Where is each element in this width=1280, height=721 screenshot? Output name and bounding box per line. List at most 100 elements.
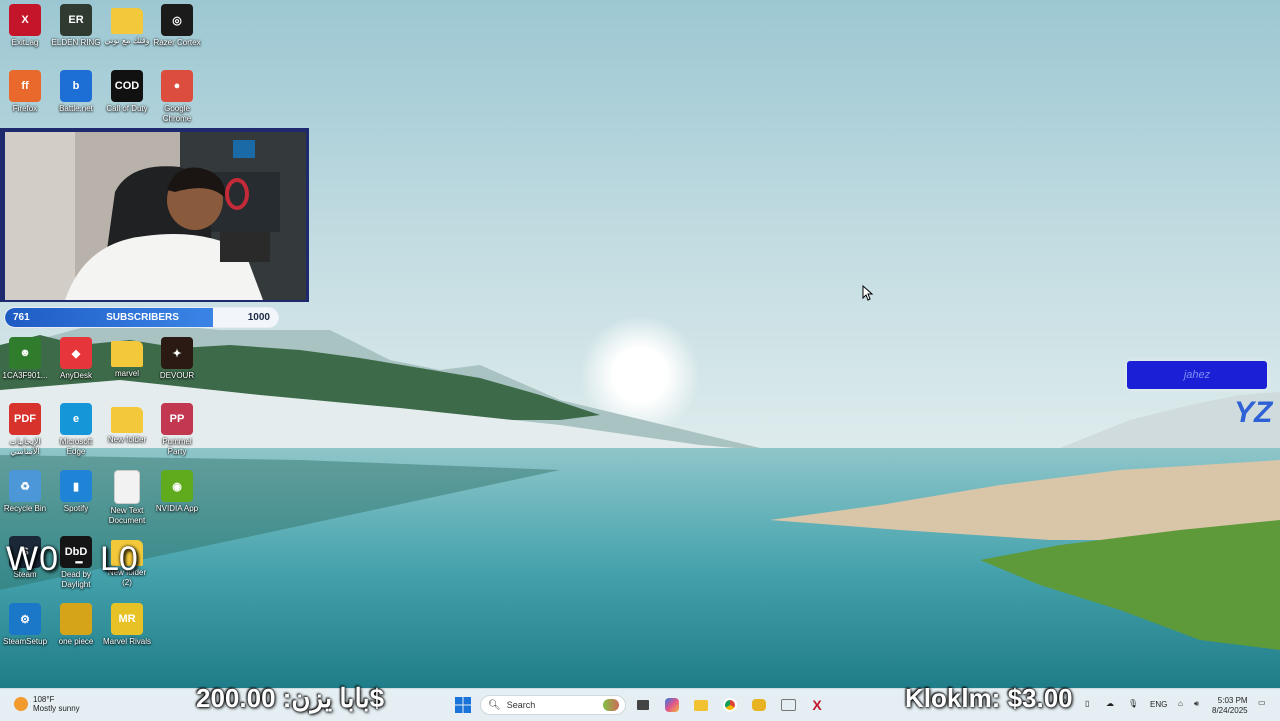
clock-date: 8/24/2025 — [1212, 706, 1248, 715]
file-explorer-button[interactable] — [692, 696, 710, 714]
subscriber-label: SUBSCRIBERS — [106, 312, 179, 323]
desktop-icon-arabic-folder[interactable]: وقتك مع نوني — [102, 4, 152, 46]
exitlag-label: ExitLag — [11, 38, 39, 47]
devour-glyph: ✦ — [172, 347, 182, 360]
razer-cortex-icon: ◎ — [161, 4, 193, 36]
scoreboard-wins: W0 — [6, 540, 59, 578]
nvidia-app-label: NVIDIA App — [155, 504, 199, 513]
google-chrome-label: Google Chrome — [162, 104, 192, 123]
donation-right: Kloklm: $3.00 — [905, 683, 1073, 713]
exitlag-taskbar-button[interactable]: X — [808, 696, 826, 714]
arabic-folder-label: وقتك مع نوني — [104, 36, 150, 45]
desktop-icon-pdf-file[interactable]: PDF الإيجابيات الأساسي — [0, 403, 50, 457]
system-clock[interactable]: 5:03 PM 8/24/2025 — [1212, 696, 1248, 716]
steam-setup-glyph: ⚙ — [20, 613, 30, 626]
sponsor-badge: jahez — [1127, 361, 1267, 389]
icafe-glyph: ☻ — [19, 347, 31, 359]
desktop-icon-battlenet[interactable]: b Battle.net — [51, 70, 101, 114]
pdf-file-label: الإيجابيات الأساسي — [9, 437, 41, 456]
desktop-icon-icafe[interactable]: ☻ 1CA3F901... — [0, 337, 50, 381]
spotify-label: Spotify — [63, 504, 89, 513]
discord-taskbar-button[interactable] — [750, 696, 768, 714]
elden-ring-label: ELDEN RING — [51, 38, 101, 47]
arabic-folder-icon — [111, 8, 143, 34]
desktop-icon-anydesk[interactable]: ◆ AnyDesk — [51, 337, 101, 381]
desktop-icon-firefox[interactable]: ff Firefox — [0, 70, 50, 114]
taskbar: 108°F Mostly sunny 🔍︎ Search X ^ ▯ ☁ 🎙︎ … — [0, 688, 1280, 721]
firefox-icon: ff — [9, 70, 41, 102]
call-of-duty-label: Call of Duty — [106, 104, 148, 113]
razer-cortex-label: Razer Cortex — [153, 38, 201, 47]
notifications-icon[interactable]: ▭ — [1258, 698, 1266, 707]
desktop-icon-new-text-document[interactable]: New Text Document — [102, 470, 152, 526]
new-text-document-label: New Text Document — [108, 506, 146, 525]
network-icon[interactable]: ☁ — [1106, 699, 1114, 708]
microphone-icon[interactable]: 🎙︎ — [1128, 699, 1138, 708]
task-view-button[interactable] — [634, 696, 652, 714]
desktop-icon-marvel-rivals[interactable]: MR Marvel Rivals — [102, 603, 152, 647]
marvel-folder-label: marvel — [114, 369, 139, 378]
microsoft-edge-icon: e — [60, 403, 92, 435]
language-indicator[interactable]: ENG — [1150, 700, 1167, 709]
firefox-label: Firefox — [12, 104, 38, 113]
exitlag-icon: X — [9, 4, 41, 36]
desktop-icon-google-chrome[interactable]: ● Google Chrome — [152, 70, 202, 124]
battlenet-icon: b — [60, 70, 92, 102]
taskbar-search[interactable]: 🔍︎ Search — [480, 695, 626, 715]
copilot-button[interactable] — [663, 696, 681, 714]
spotify-icon: ▮ — [60, 470, 92, 502]
google-chrome-glyph: ● — [173, 80, 181, 92]
new-folder-icon — [111, 407, 143, 433]
start-button[interactable] — [454, 696, 472, 714]
volume-icon[interactable]: 🔊︎ — [1194, 699, 1199, 709]
app-icon — [780, 699, 796, 711]
nvidia-app-icon: ◉ — [161, 470, 193, 502]
subscriber-goal-bar: 761 SUBSCRIBERS 1000 — [4, 307, 279, 328]
icafe-icon: ☻ — [9, 337, 41, 369]
chrome-taskbar-button[interactable] — [721, 696, 739, 714]
google-chrome-icon: ● — [161, 70, 193, 102]
desktop-icon-marvel-folder[interactable]: marvel — [102, 337, 152, 379]
marvel-rivals-glyph: MR — [118, 613, 136, 625]
weather-widget[interactable]: 108°F Mostly sunny — [14, 695, 80, 713]
desktop-icon-recycle-bin[interactable]: ♻ Recycle Bin — [0, 470, 50, 514]
marvel-rivals-label: Marvel Rivals — [102, 637, 151, 646]
battlenet-label: Battle.net — [59, 104, 93, 113]
desktop-icon-elden-ring[interactable]: ER ELDEN RING — [51, 4, 101, 48]
elden-ring-icon: ER — [60, 4, 92, 36]
desktop-icon-pummel-party[interactable]: PP Pummel Party — [152, 403, 202, 457]
devour-label: DEVOUR — [159, 371, 195, 380]
razer-cortex-glyph: ◎ — [172, 14, 182, 27]
desktop-icon-new-folder[interactable]: New folder — [102, 403, 152, 445]
desktop-icon-exitlag[interactable]: X ExitLag — [0, 4, 50, 48]
copilot-icon — [665, 698, 679, 712]
wifi-icon[interactable]: ⌂ — [1178, 699, 1183, 708]
desktop-icon-one-piece[interactable]: one piece — [51, 603, 101, 647]
new-text-document-icon — [114, 470, 140, 504]
desktop-icon-devour[interactable]: ✦ DEVOUR — [152, 337, 202, 381]
scoreboard-losses: L0 — [100, 540, 138, 578]
anydesk-label: AnyDesk — [59, 371, 92, 380]
anydesk-glyph: ◆ — [71, 347, 81, 360]
recycle-bin-label: Recycle Bin — [3, 504, 47, 513]
pdf-file-glyph: PDF — [14, 413, 36, 425]
firefox-glyph: ff — [21, 80, 29, 92]
windows-icon — [455, 697, 471, 713]
desktop-icon-microsoft-edge[interactable]: e Microsoft Edge — [51, 403, 101, 457]
one-piece-label: one piece — [58, 637, 94, 646]
app-taskbar-button[interactable] — [779, 696, 797, 714]
steam-setup-icon: ⚙ — [9, 603, 41, 635]
desktop-icon-steam-setup[interactable]: ⚙ SteamSetup — [0, 603, 50, 647]
desktop-icon-razer-cortex[interactable]: ◎ Razer Cortex — [152, 4, 202, 48]
desktop-icon-call-of-duty[interactable]: COD Call of Duty — [102, 70, 152, 114]
search-highlight-icon — [603, 699, 619, 711]
call-of-duty-glyph: COD — [114, 80, 140, 92]
steam-setup-label: SteamSetup — [2, 637, 48, 646]
task-view-icon — [637, 700, 649, 710]
recycle-bin-glyph: ♻ — [20, 480, 30, 493]
battery-icon[interactable]: ▯ — [1085, 699, 1089, 708]
webcam-feed — [5, 132, 306, 300]
desktop-icon-spotify[interactable]: ▮ Spotify — [51, 470, 101, 514]
webcam-overlay — [0, 128, 309, 302]
desktop-icon-nvidia-app[interactable]: ◉ NVIDIA App — [152, 470, 202, 514]
